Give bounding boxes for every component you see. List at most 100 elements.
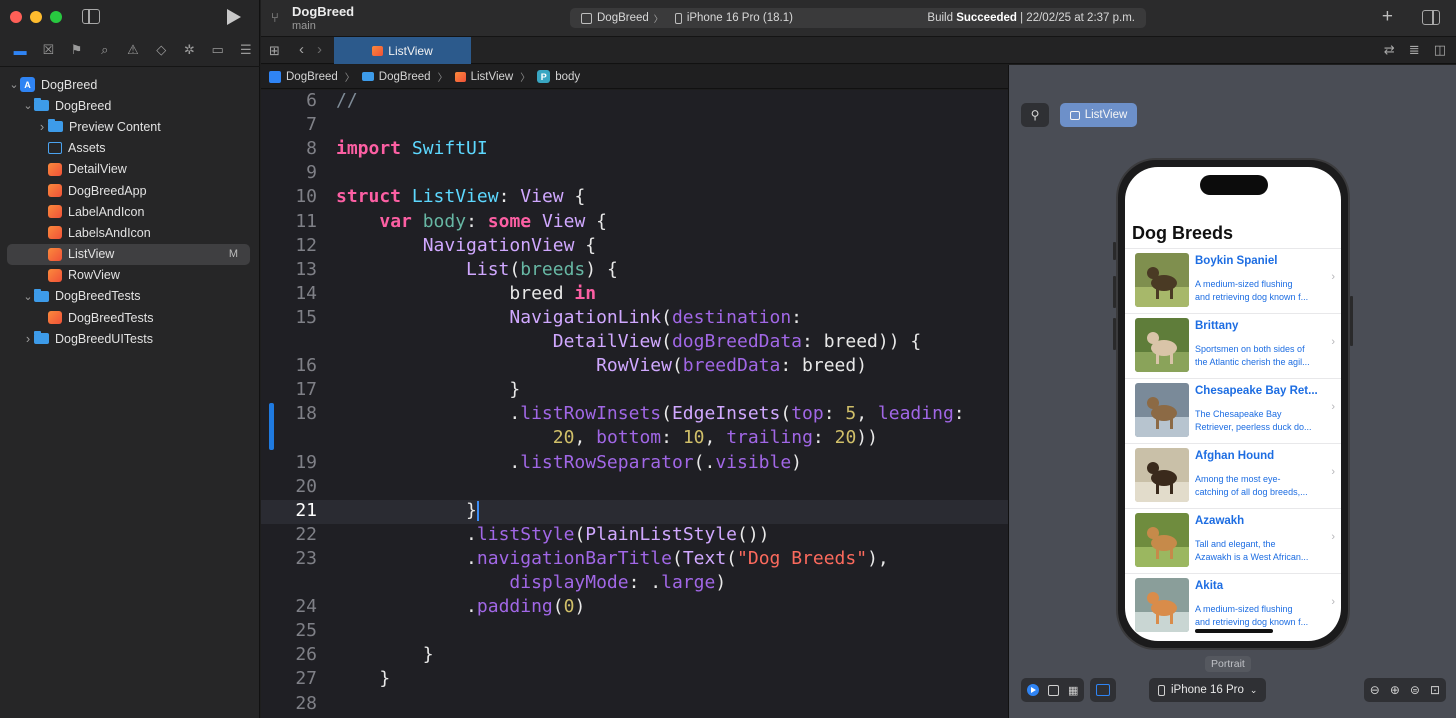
debug-icon[interactable]: ✲	[175, 40, 203, 60]
breadcrumb-file[interactable]: ListView	[454, 70, 514, 83]
editor-options-icon[interactable]: ≣	[1409, 42, 1420, 58]
live-mode-icon[interactable]	[1027, 684, 1039, 696]
folder-icon[interactable]: ▬	[6, 40, 34, 60]
swift-file-icon	[48, 205, 62, 219]
tree-item[interactable]: LabelsAndIcon	[0, 222, 260, 243]
device-settings-icon[interactable]	[1096, 684, 1111, 696]
tree-item[interactable]: RowView	[0, 265, 260, 286]
code-line[interactable]: 28	[261, 693, 1008, 717]
pin-icon[interactable]: ⚲	[1021, 103, 1049, 127]
branch-icon[interactable]: ⑂	[271, 10, 279, 25]
editor-options: ⇄ ≣ ◫	[1384, 42, 1446, 58]
test-icon[interactable]: ◇	[147, 40, 175, 60]
add-icon[interactable]: +	[1382, 6, 1393, 28]
related-items-icon[interactable]: ⇄	[1384, 42, 1395, 58]
minimize-window-button[interactable]	[30, 11, 42, 23]
code-line[interactable]: 13 List(breeds) {	[261, 259, 1008, 283]
code-line[interactable]: 21 }	[261, 499, 1008, 524]
code-line[interactable]: 24 .padding(0)	[261, 596, 1008, 620]
tab-listview[interactable]: ListView	[334, 37, 471, 64]
code-line[interactable]: 11 var body: some View {	[261, 211, 1008, 235]
zoom-window-button[interactable]	[50, 11, 62, 23]
code-line[interactable]: 6 //	[261, 90, 1008, 114]
variants-grid-icon[interactable]: ▦	[1068, 684, 1078, 697]
code-line[interactable]: 18 .listRowInsets(EdgeInsets(top: 5, lea…	[261, 403, 1008, 427]
list-item[interactable]: Chesapeake Bay Ret... The Chesapeake Bay R…	[1125, 378, 1341, 443]
tree-item[interactable]: Assets	[0, 138, 260, 159]
preview-selector[interactable]: ListView	[1060, 103, 1137, 127]
code-line[interactable]: 20, bottom: 10, trailing: 20))	[261, 427, 1008, 451]
tree-item[interactable]: ⌄ A DogBreed	[0, 74, 260, 95]
run-destination-selector[interactable]: iPhone 16 Pro (18.1)	[674, 12, 793, 24]
code-line[interactable]: 27 }	[261, 668, 1008, 692]
code-line[interactable]: 9	[261, 162, 1008, 186]
zoom-out-icon[interactable]: ⊖	[1370, 683, 1380, 697]
list-item[interactable]: Brittany Sportsmen on both sides of the At…	[1125, 313, 1341, 378]
tree-item[interactable]: DogBreedApp	[0, 180, 260, 201]
code-line[interactable]: 22 .listStyle(PlainListStyle())	[261, 524, 1008, 548]
forward-icon[interactable]: ›	[317, 41, 322, 58]
tree-item[interactable]: ⌄ DogBreed	[0, 95, 260, 116]
code-line[interactable]: 10 struct ListView: View {	[261, 186, 1008, 210]
issue-icon[interactable]: ⚠	[119, 40, 147, 60]
code-line[interactable]: 8 import SwiftUI	[261, 138, 1008, 162]
close-window-button[interactable]	[10, 11, 22, 23]
code-line[interactable]: 26 }	[261, 644, 1008, 668]
tree-item[interactable]: › Preview Content	[0, 116, 260, 137]
source-control-icon[interactable]: ☒	[34, 40, 62, 60]
branch-name[interactable]: main	[292, 20, 316, 32]
code-line[interactable]: 16 RowView(breedData: breed)	[261, 355, 1008, 379]
code-line[interactable]: 12 NavigationView {	[261, 235, 1008, 259]
asset-catalog-icon	[48, 142, 62, 155]
code-line[interactable]: 20	[261, 476, 1008, 500]
code-line[interactable]: 19 .listRowSeparator(.visible)	[261, 452, 1008, 476]
list-item[interactable]: Afghan Hound Among the most eye-catching …	[1125, 443, 1341, 508]
zoom-to-fit-icon[interactable]: ⊜	[1410, 683, 1420, 697]
find-icon[interactable]: ⌕	[91, 40, 119, 60]
tree-item[interactable]: LabelAndIcon	[0, 201, 260, 222]
modified-badge: M	[228, 248, 238, 261]
source-editor[interactable]: 6 // 7 8 import SwiftUI 9 10 struct ListView: V…	[261, 90, 1008, 718]
chevron-right-icon[interactable]: ›	[36, 119, 48, 134]
bookmark-icon[interactable]: ⚑	[62, 40, 90, 60]
run-button[interactable]	[227, 9, 241, 25]
code-line[interactable]: DetailView(dogBreedData: breed)) {	[261, 331, 1008, 355]
chevron-right-icon[interactable]: ›	[22, 331, 34, 346]
code-line[interactable]: 17 }	[261, 379, 1008, 403]
zoom-actual-size-icon[interactable]: ⊡	[1430, 683, 1440, 697]
tree-item[interactable]: DetailView	[0, 159, 260, 180]
code-line[interactable]: 15 NavigationLink(destination:	[261, 307, 1008, 331]
list-item[interactable]: Boykin Spaniel A medium-sized flushing and…	[1125, 248, 1341, 313]
chevron-down-icon[interactable]: ⌄	[8, 78, 20, 91]
selectable-mode-icon[interactable]	[1048, 684, 1059, 696]
project-title[interactable]: DogBreed	[292, 4, 354, 19]
breakpoint-icon[interactable]: ▭	[204, 40, 232, 60]
breadcrumb-group[interactable]: DogBreed	[361, 71, 431, 83]
report-icon[interactable]: ☰	[232, 40, 260, 60]
chevron-down-icon[interactable]: ⌄	[22, 99, 34, 112]
scheme-selector[interactable]: DogBreed 〉	[581, 12, 663, 25]
code-line[interactable]: displayMode: .large)	[261, 572, 1008, 596]
code-line[interactable]: 23 .navigationBarTitle(Text("Dog Breeds"…	[261, 548, 1008, 572]
tree-item[interactable]: › DogBreedUITests	[0, 328, 260, 349]
tree-item[interactable]: ListView M	[7, 243, 250, 265]
split-editor-icon[interactable]: ◫	[1434, 42, 1446, 58]
breadcrumb-symbol[interactable]: P body	[537, 70, 580, 83]
line-number: 21	[295, 499, 317, 521]
list-item[interactable]: Azawakh Tall and elegant, the Azawakh is a…	[1125, 508, 1341, 573]
breadcrumb-label: ListView	[470, 70, 514, 83]
chevron-down-icon[interactable]: ⌄	[22, 290, 34, 303]
code-line[interactable]: 7	[261, 114, 1008, 138]
code-line[interactable]: 25	[261, 620, 1008, 644]
zoom-in-icon[interactable]: ⊕	[1390, 683, 1400, 697]
device-selector[interactable]: iPhone 16 Pro ⌄	[1149, 678, 1267, 702]
grid-icon[interactable]: ⊞	[269, 43, 280, 59]
inspector-toggle-icon[interactable]	[1422, 10, 1440, 25]
back-icon[interactable]: ‹	[299, 41, 304, 58]
tree-item[interactable]: ⌄ DogBreedTests	[0, 286, 260, 307]
tree-item[interactable]: DogBreedTests	[0, 307, 260, 328]
line-number: 22	[295, 523, 317, 545]
code-line[interactable]: 14 breed in	[261, 283, 1008, 307]
sidebar-toggle-icon[interactable]	[82, 9, 100, 24]
breadcrumb-project[interactable]: DogBreed	[269, 70, 338, 83]
